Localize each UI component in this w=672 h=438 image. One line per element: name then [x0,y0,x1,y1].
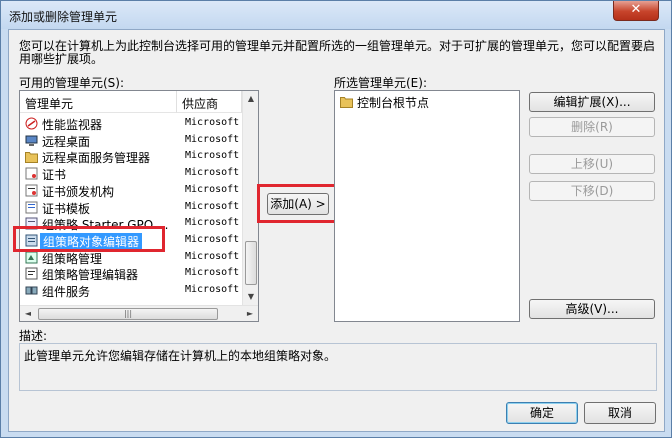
snapin-description-box: 此管理单元允许您编辑存储在计算机上的本地组策略对象。 [19,343,657,391]
scroll-up-icon[interactable]: ▲ [243,91,258,107]
snapin-description-text: 此管理单元允许您编辑存储在计算机上的本地组策略对象。 [24,349,337,363]
column-header-name[interactable]: 管理单元 [20,91,177,113]
horizontal-scrollbar[interactable]: ◄ ||| ► [20,305,258,321]
move-down-button[interactable]: 下移(D) [529,181,655,201]
snapin-name: 远程桌面 [42,134,91,149]
dialog-description: 您可以在计算机上为此控制台选择可用的管理单元并配置所选的一组管理单元。对于可扩展… [19,39,656,66]
snapin-vendor: Microsoft [185,117,240,128]
window-title: 添加或删除管理单元 [9,10,118,24]
advanced-button[interactable]: 高级(V)... [529,299,655,319]
vertical-scrollbar[interactable]: ▲ ▼ [242,91,258,305]
snapin-name: 证书 [42,168,67,183]
selected-item-console-root[interactable]: 控制台根节点 [335,93,519,110]
snapin-row[interactable]: 组策略对象编辑器 Microsoft [20,232,240,250]
component-services-icon [25,286,38,295]
snapin-row[interactable]: 组策略 Starter GPO ... Microsoft [20,215,240,232]
snapin-row[interactable]: 证书颁发机构 Microsoft [20,182,240,199]
snapin-row[interactable]: 组策略管理编辑器 Microsoft [20,265,240,282]
perf-monitor-icon [25,117,38,130]
dialog-client: 您可以在计算机上为此控制台选择可用的管理单元并配置所选的一组管理单元。对于可扩展… [8,29,665,432]
snapin-vendor: Microsoft [185,183,240,195]
available-label: 可用的管理单元(S): [19,76,125,90]
snapin-vendor: Microsoft [185,217,240,229]
snapin-row[interactable]: 性能监视器 Microsoft [20,115,240,132]
snapin-row[interactable]: 远程桌面服务管理器 Microsoft [20,148,240,165]
selected-label: 所选管理单元(E): [334,76,427,90]
gpo-management-icon [25,251,38,264]
move-up-button[interactable]: 上移(U) [529,154,655,174]
horizontal-scroll-thumb[interactable]: ||| [38,308,218,320]
remote-desktop-icon [25,135,38,146]
certificate-authority-icon [25,184,38,197]
snapin-name: 证书颁发机构 [42,184,115,199]
scroll-down-icon[interactable]: ▼ [243,289,258,305]
scroll-right-icon[interactable]: ► [242,306,258,321]
gpo-icon [25,217,38,230]
cancel-button[interactable]: 取消 [584,402,656,424]
snapin-name: 组策略 Starter GPO ... [42,218,169,233]
snapin-row[interactable]: 组件服务 Microsoft [20,282,240,299]
snapin-name: 性能监视器 [42,118,103,132]
snapin-name: 远程桌面服务管理器 [42,151,151,166]
close-icon: ✕ [630,2,642,17]
snapin-vendor: Microsoft [185,133,240,145]
snapin-vendor: Microsoft [185,150,240,162]
snapin-vendor: Microsoft [185,200,240,212]
add-button[interactable]: 添加(A) > [267,193,329,215]
folder-icon [340,97,353,108]
available-snapins-list[interactable]: 管理单元 供应商 性能监视器 Microsoft 远程桌面 Microsoft 远程桌面… [19,90,259,322]
snapin-row[interactable]: 组策略管理 Microsoft [20,249,240,266]
certificate-icon [25,167,38,180]
edit-extensions-button[interactable]: 编辑扩展(X)... [529,92,655,112]
gpo-editor-icon [25,234,38,247]
snapin-name: 证书模板 [42,201,91,216]
snapin-vendor: Microsoft [185,267,240,279]
title-bar[interactable]: 添加或删除管理单元 ✕ [1,1,671,29]
remove-button[interactable]: 删除(R) [529,117,655,137]
scroll-left-icon[interactable]: ◄ [20,306,36,321]
gpo-management-editor-icon [25,267,38,280]
snapin-name: 组策略管理编辑器 [42,268,139,283]
snapin-vendor: Microsoft [185,250,240,262]
folder-icon [25,152,38,164]
selected-snapins-list[interactable]: 控制台根节点 [334,90,520,322]
snapin-vendor: Microsoft [185,233,240,245]
snapin-vendor: Microsoft [185,284,240,295]
dialog-window: 添加或删除管理单元 ✕ 您可以在计算机上为此控制台选择可用的管理单元并配置所选的… [0,0,672,438]
description-label: 描述: [19,329,48,343]
snapin-vendor: Microsoft [185,167,240,179]
vertical-scroll-thumb[interactable] [245,241,257,285]
column-header-vendor[interactable]: 供应商 [177,91,242,113]
snapin-row[interactable]: 远程桌面 Microsoft [20,132,240,149]
snapin-row[interactable]: 证书 Microsoft [20,165,240,182]
certificate-template-icon [25,201,38,213]
snapin-name: 组策略对象编辑器 [40,232,143,250]
snapin-name: 组策略管理 [42,251,103,266]
close-button[interactable]: ✕ [613,1,659,21]
ok-button[interactable]: 确定 [506,402,578,424]
snapin-row[interactable]: 证书模板 Microsoft [20,199,240,216]
snapin-name: 组件服务 [42,285,91,299]
